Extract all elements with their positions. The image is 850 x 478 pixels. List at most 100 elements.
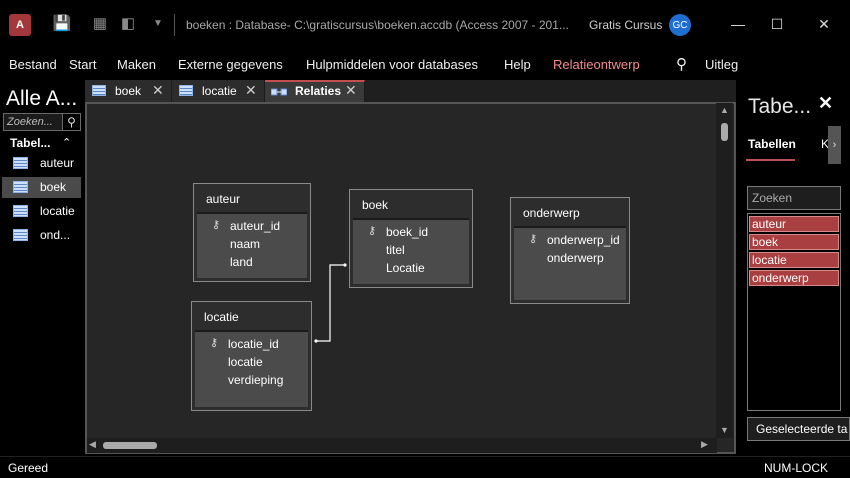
search-icon[interactable]: ⚲ [676, 55, 687, 73]
primary-key-icon: ⚷ [368, 225, 377, 237]
nav-search-input[interactable]: Zoeken... [3, 113, 63, 131]
nav-item-onderwerp[interactable]: ond... [2, 225, 81, 246]
table-icon [13, 181, 28, 193]
menu-bestand[interactable]: Bestand [9, 57, 57, 72]
list-item[interactable]: locatie [749, 252, 839, 268]
close-tab-icon[interactable]: ✕ [245, 82, 257, 98]
table-box-boek[interactable]: boek ⚷ boek_id titel Locatie [349, 189, 473, 288]
customize-dropdown-icon[interactable]: ▼ [148, 14, 168, 34]
field-list: ⚷ boek_id titel Locatie [353, 218, 469, 284]
nav-item-boek[interactable]: boek [2, 177, 81, 198]
nav-item-locatie[interactable]: locatie [2, 201, 81, 222]
primary-key-icon: ⚷ [529, 233, 538, 245]
field-row[interactable]: Locatie [353, 260, 469, 278]
close-icon[interactable]: ✕ [814, 14, 834, 34]
field-row-key[interactable]: ⚷ locatie_id [195, 336, 308, 354]
horizontal-scrollbar[interactable]: ◀ ▶ [87, 438, 717, 453]
close-tab-icon[interactable]: ✕ [152, 82, 164, 98]
menu-help[interactable]: Help [504, 57, 531, 72]
chevron-right-icon[interactable]: › [828, 126, 841, 164]
primary-key-icon: ⚷ [210, 337, 219, 349]
table-icon [179, 85, 193, 96]
active-tab-indicator [746, 159, 795, 161]
table-view-icon[interactable]: ▦ [90, 14, 110, 34]
tab-relaties[interactable]: Relaties ✕ [265, 80, 365, 102]
title-separator [174, 14, 175, 36]
list-item[interactable]: boek [749, 234, 839, 250]
ribbon-menu: Bestand Start Maken Externe gegevens Hul… [0, 50, 850, 80]
table-icon [13, 157, 28, 169]
table-box-auteur[interactable]: auteur ⚷ auteur_id naam land [193, 183, 311, 282]
field-name: naam [230, 237, 261, 251]
status-bar: Gereed NUM-LOCK [0, 456, 850, 478]
list-item[interactable]: onderwerp [749, 270, 839, 286]
document-tab-strip: boek ✕ locatie ✕ Relaties ✕ [85, 80, 736, 102]
field-row[interactable]: titel [353, 242, 469, 260]
nav-item-label: locatie [40, 204, 75, 218]
tab-label: Relaties [295, 84, 342, 98]
relationships-icon [271, 88, 287, 96]
field-name: boek_id [386, 225, 429, 239]
field-row[interactable]: land [197, 254, 307, 272]
scroll-thumb[interactable] [721, 123, 728, 141]
nav-item-auteur[interactable]: auteur [2, 153, 81, 174]
maximize-icon[interactable]: ☐ [767, 14, 787, 34]
chevron-up-icon[interactable]: ⌃ [62, 136, 71, 149]
nav-item-label: ond... [40, 228, 71, 242]
search-icon[interactable]: ⚲ [62, 113, 81, 131]
scroll-right-icon[interactable]: ▶ [701, 439, 708, 450]
user-name[interactable]: Gratis Cursus [589, 18, 662, 32]
nav-item-label: boek [40, 180, 67, 194]
scroll-down-icon[interactable]: ▼ [716, 425, 733, 435]
tab-locatie[interactable]: locatie ✕ [172, 80, 265, 102]
field-name: onderwerp_id [547, 233, 620, 247]
status-text: Gereed [8, 461, 49, 475]
field-name: land [230, 255, 253, 269]
vertical-scrollbar[interactable]: ▲ ▼ [716, 103, 733, 438]
avatar[interactable]: GC [669, 14, 691, 36]
field-row[interactable]: naam [197, 236, 307, 254]
table-box-title: onderwerp [523, 206, 580, 220]
tab-tabellen[interactable]: Tabellen [748, 137, 796, 151]
scroll-thumb[interactable] [103, 442, 157, 449]
menu-hulpmiddelen[interactable]: Hulpmiddelen voor databases [306, 57, 478, 72]
table-search-input[interactable]: Zoeken [747, 186, 841, 210]
nav-pane-title[interactable]: Alle A... [6, 87, 77, 111]
window-title: boeken : Database- C:\gratiscursus\boeke… [186, 18, 569, 32]
field-row[interactable]: locatie [195, 354, 308, 372]
menu-start[interactable]: Start [69, 57, 96, 72]
menu-externe-gegevens[interactable]: Externe gegevens [178, 57, 283, 72]
table-list: auteur boek locatie onderwerp [747, 213, 841, 411]
menu-uitleg[interactable]: Uitleg [705, 57, 738, 72]
add-selected-tables-button[interactable]: Geselecteerde ta [747, 417, 850, 441]
close-icon[interactable]: ✕ [818, 93, 833, 114]
title-bar: A 💾 ▦ ◧ ▼ boeken : Database- C:\gratiscu… [0, 0, 850, 50]
field-name: locatie_id [228, 337, 279, 351]
table-box-onderwerp[interactable]: onderwerp ⚷ onderwerp_id onderwerp [510, 197, 630, 304]
num-lock-indicator: NUM-LOCK [764, 461, 829, 475]
save-icon[interactable]: 💾 [52, 14, 72, 34]
tab-boek[interactable]: boek ✕ [85, 80, 172, 102]
table-box-title: locatie [204, 310, 239, 324]
list-item[interactable]: auteur [749, 216, 839, 232]
menu-relatieontwerp[interactable]: Relatieontwerp [553, 57, 640, 72]
scroll-left-icon[interactable]: ◀ [89, 439, 96, 450]
field-row[interactable]: verdieping [195, 372, 308, 390]
field-name: titel [386, 243, 405, 257]
scroll-up-icon[interactable]: ▲ [716, 105, 733, 115]
field-row-key[interactable]: ⚷ auteur_id [197, 218, 307, 236]
field-row-key[interactable]: ⚷ boek_id [353, 224, 469, 242]
design-view-icon[interactable]: ◧ [118, 14, 138, 34]
minimize-icon[interactable]: — [728, 14, 748, 34]
close-tab-icon[interactable]: ✕ [345, 82, 357, 98]
table-box-locatie[interactable]: locatie ⚷ locatie_id locatie verdieping [191, 301, 312, 411]
field-row-key[interactable]: ⚷ onderwerp_id [514, 232, 626, 250]
menu-maken[interactable]: Maken [117, 57, 156, 72]
table-icon [13, 205, 28, 217]
field-name: onderwerp [547, 251, 604, 265]
nav-group-header[interactable]: Tabel... [10, 136, 50, 150]
table-icon [13, 229, 28, 241]
add-tables-pane: Tabe... ✕ Tabellen K › Zoeken auteur boe… [737, 80, 850, 456]
access-app-icon[interactable]: A [9, 14, 31, 36]
field-row[interactable]: onderwerp [514, 250, 626, 268]
